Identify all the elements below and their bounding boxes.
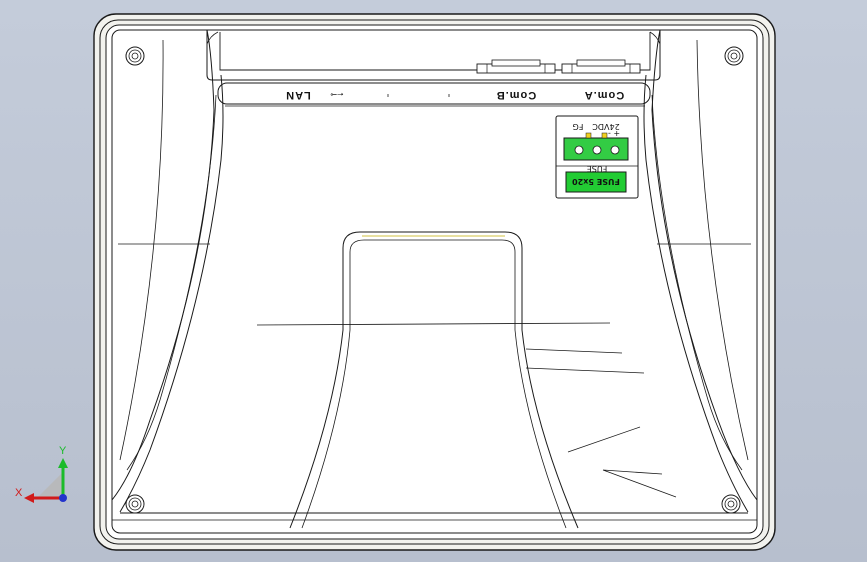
- terminal-screw: [592, 145, 602, 155]
- screw-top-left: [125, 46, 145, 66]
- triad-y-label: Y: [59, 445, 67, 457]
- back-panel: [111, 29, 758, 534]
- triad-y-arrowhead: [58, 458, 68, 468]
- screw-bottom-left: [125, 494, 145, 514]
- cad-viewport[interactable]: LAN ⭠⊸ Com.B Com.A 24VDC FG + - FUSE FUS…: [0, 0, 867, 562]
- triad-x-arrowhead: [24, 493, 34, 503]
- orientation-triad[interactable]: Y X: [15, 445, 68, 503]
- fuse-rating-label: FUSE 5x20: [572, 177, 620, 186]
- terminal-indicator: [585, 132, 592, 139]
- com-b-port-label: Com.B: [496, 89, 536, 101]
- triad-plane-patch: [37, 472, 63, 498]
- panel-rear-view-drawing: LAN ⭠⊸ Com.B Com.A 24VDC FG + - FUSE FUS…: [15, 13, 776, 551]
- power-terminal-block: 24VDC FG + - FUSE FUSE 5x20: [555, 115, 639, 199]
- screw-bottom-right: [721, 494, 741, 514]
- terminal-indicator: [601, 132, 608, 139]
- usb-symbol-label: ⭠⊸: [330, 90, 343, 99]
- com-a-port-label: Com.A: [584, 89, 624, 101]
- power-polarity-label: + -: [608, 129, 620, 138]
- terminal-screw: [610, 145, 620, 155]
- triad-x-label: X: [15, 487, 23, 499]
- power-ground-label: FG: [573, 122, 584, 131]
- triad-z-axis: [59, 494, 67, 502]
- lan-port-label: LAN: [285, 89, 311, 101]
- screw-top-right: [724, 46, 744, 66]
- terminal-screw: [574, 145, 584, 155]
